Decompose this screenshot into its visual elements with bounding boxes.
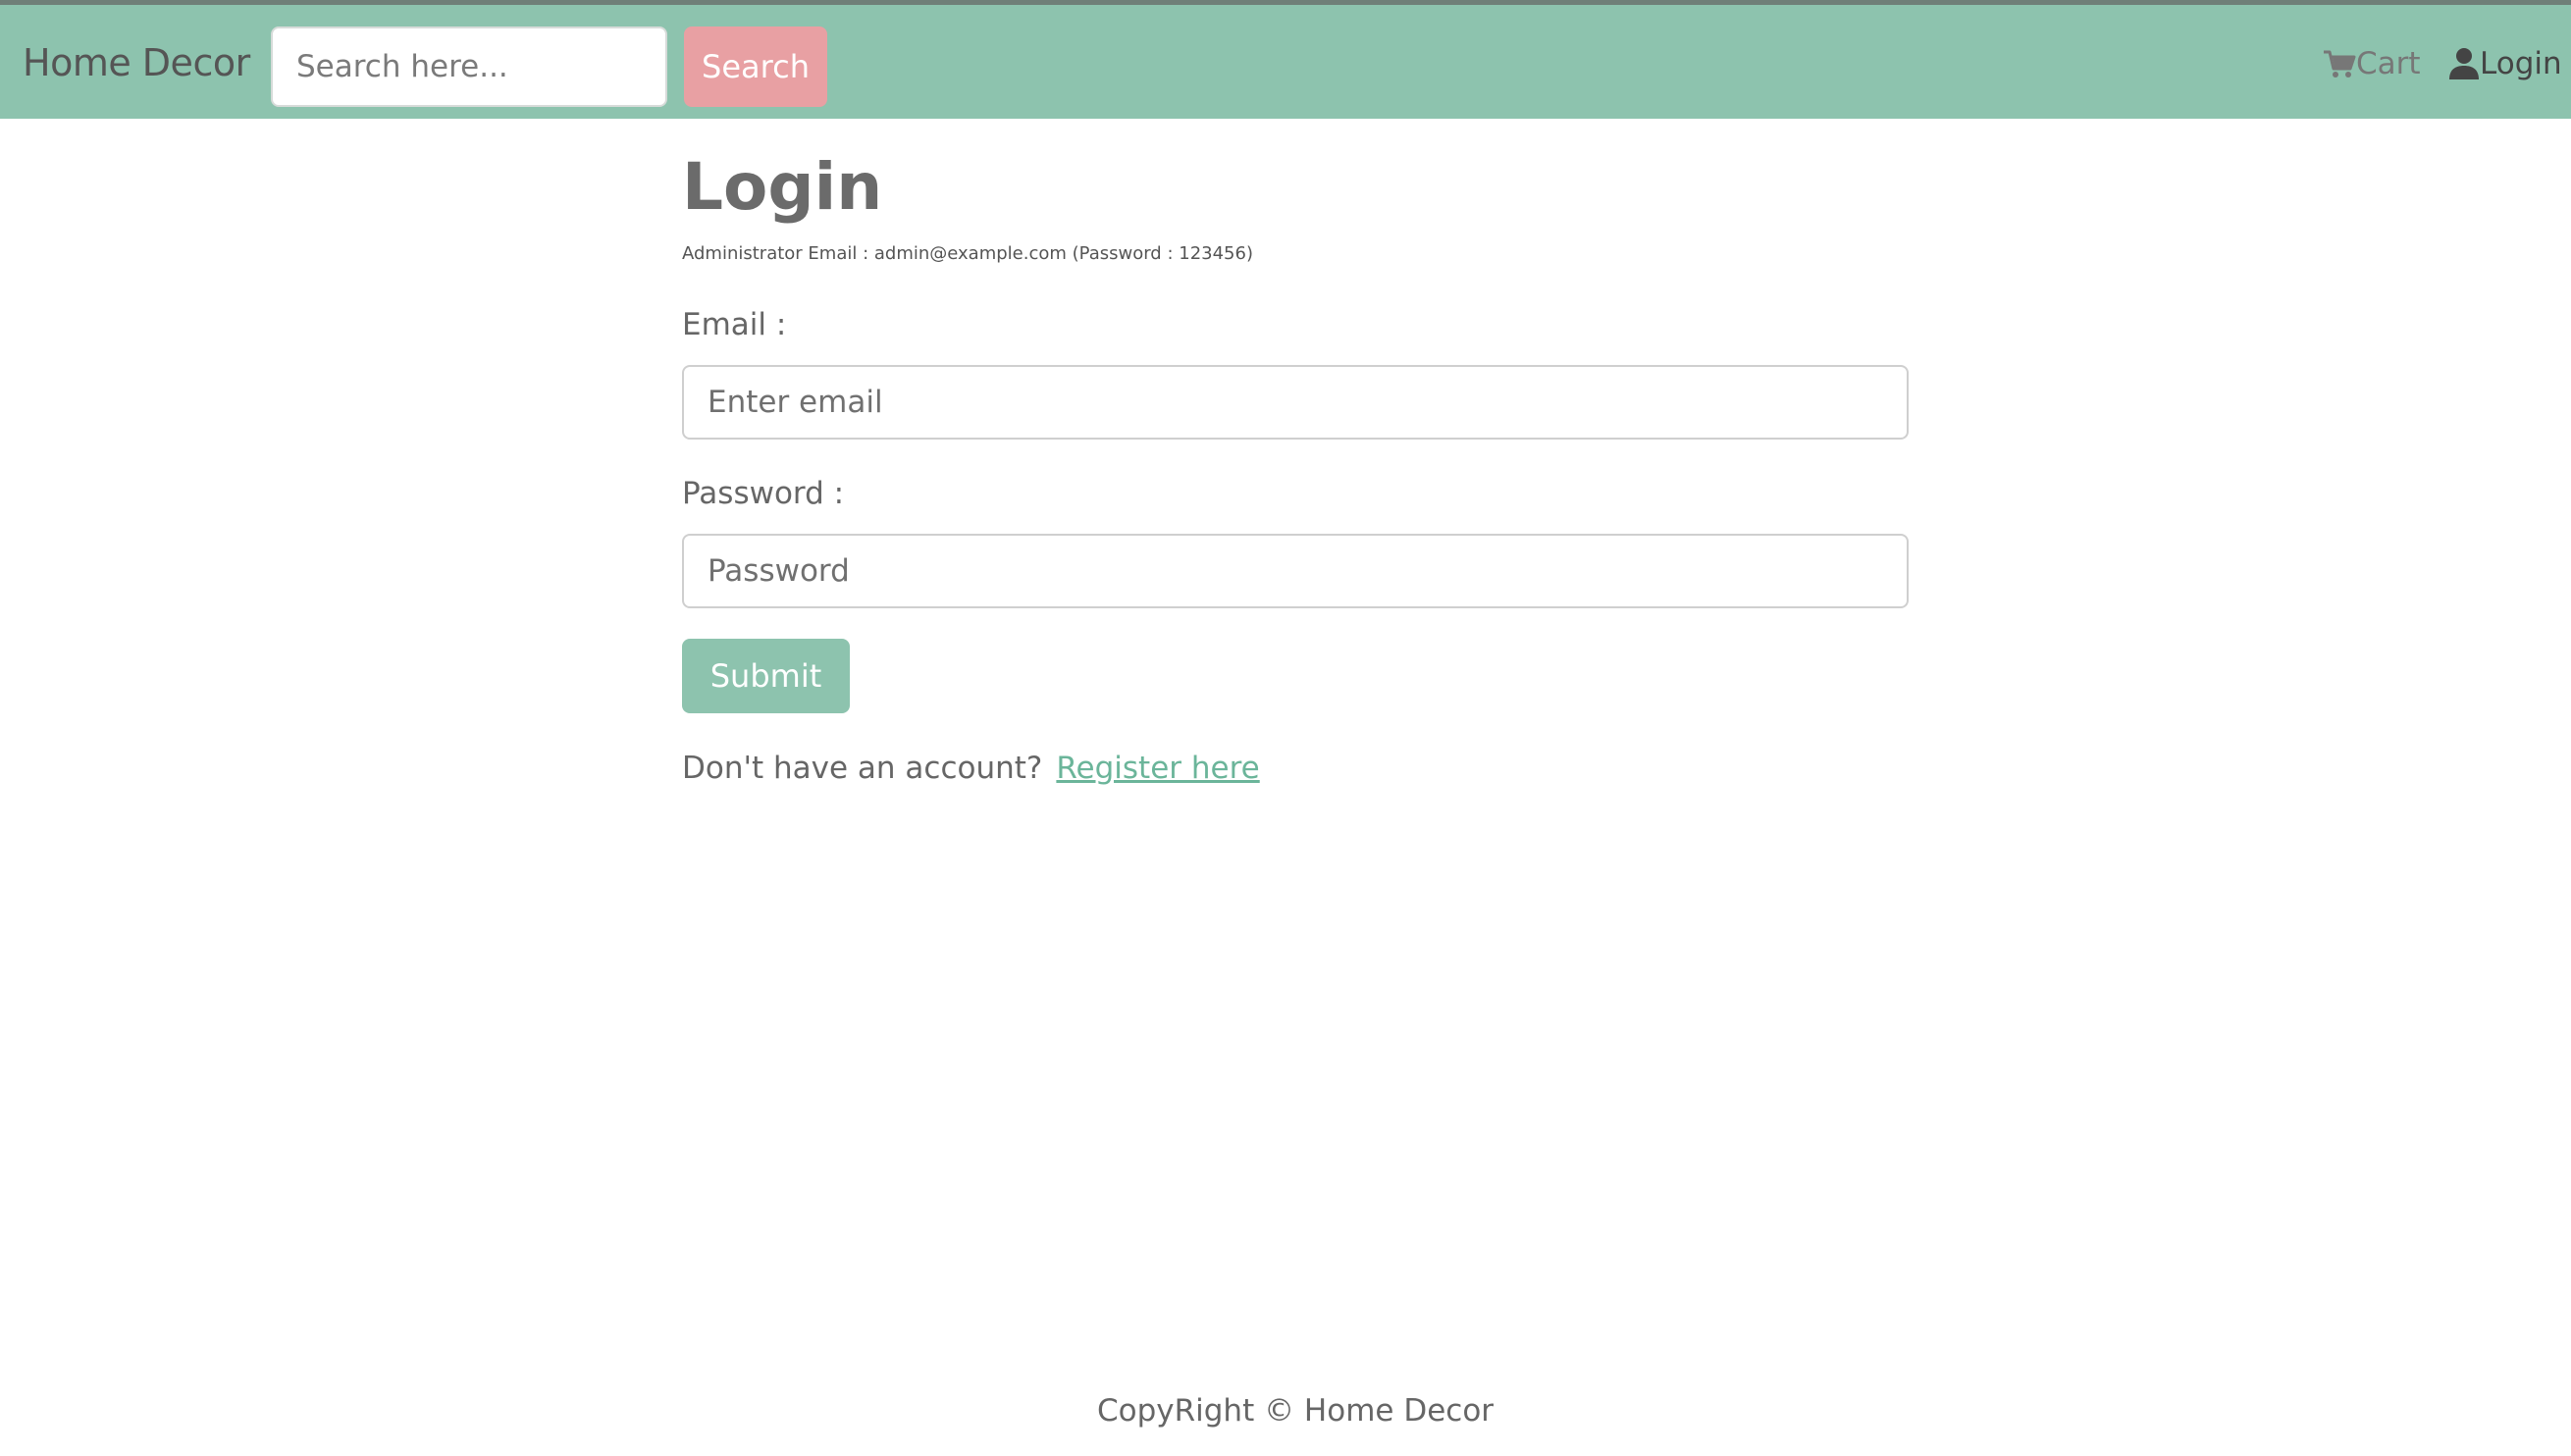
email-field[interactable]: [682, 365, 1909, 440]
shopping-cart-icon: [2323, 48, 2356, 79]
password-field[interactable]: [682, 534, 1909, 608]
nav-cart-link[interactable]: Cart: [2323, 44, 2421, 83]
register-link[interactable]: Register here: [1056, 751, 1259, 786]
register-prompt: Don't have an account?: [682, 751, 1043, 786]
nav-login-link[interactable]: Login: [2448, 44, 2562, 83]
page-title: Login: [682, 149, 883, 225]
search-button[interactable]: Search: [684, 26, 827, 107]
email-label: Email :: [682, 307, 787, 342]
search-input[interactable]: [271, 26, 667, 107]
footer-copyright: CopyRight © Home Decor: [1096, 1393, 1495, 1429]
brand-logo[interactable]: Home Decor: [23, 40, 250, 85]
password-label: Password :: [682, 476, 845, 511]
nav-login-label: Login: [2480, 46, 2562, 81]
user-icon: [2448, 47, 2480, 80]
submit-button[interactable]: Submit: [682, 639, 850, 713]
nav-cart-label: Cart: [2356, 46, 2421, 81]
register-row: Don't have an account? Register here: [682, 749, 1260, 788]
navbar: Home Decor Search Cart Login: [0, 5, 2571, 119]
admin-credentials-note: Administrator Email : admin@example.com …: [682, 243, 1253, 264]
